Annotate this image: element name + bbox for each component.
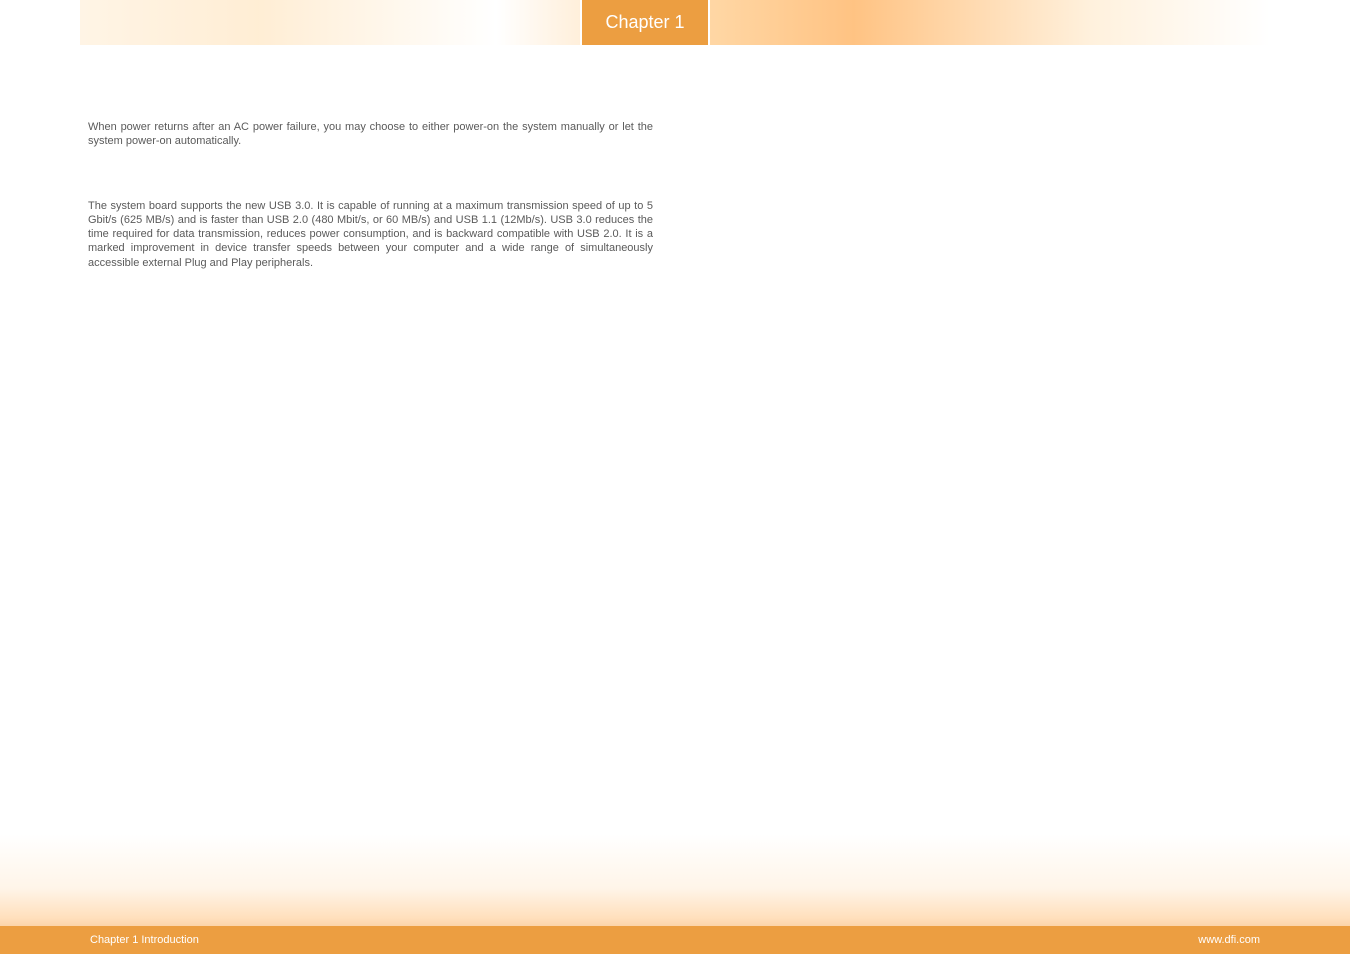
- footer-bar: Chapter 1 Introduction www.dfi.com: [0, 926, 1350, 954]
- paragraph-usb-description: The system board supports the new USB 3.…: [88, 199, 653, 270]
- paragraph-power-failure: When power returns after an AC power fai…: [88, 120, 653, 149]
- content-area: When power returns after an AC power fai…: [88, 120, 653, 320]
- footer-website: www.dfi.com: [1198, 934, 1260, 946]
- chapter-label: Chapter 1: [605, 12, 684, 33]
- chapter-tab: Chapter 1: [580, 0, 710, 45]
- footer-chapter-title: Chapter 1 Introduction: [90, 934, 199, 946]
